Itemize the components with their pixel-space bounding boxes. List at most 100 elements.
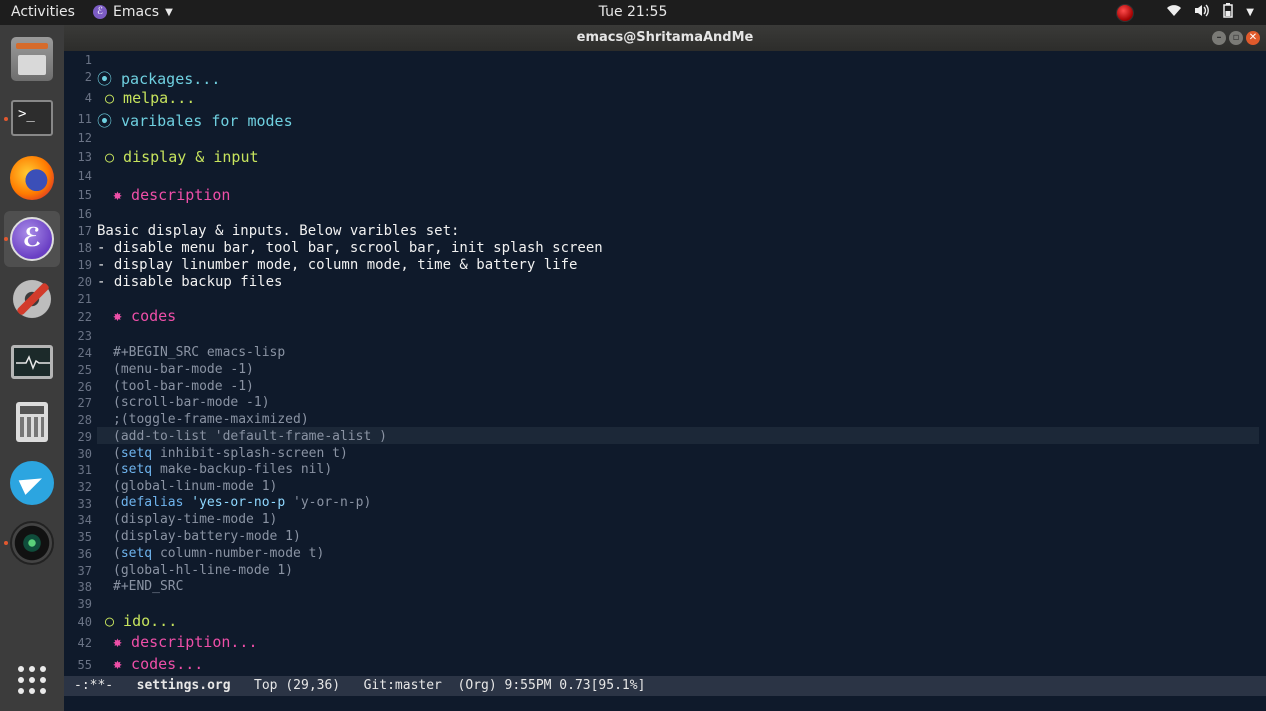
window-title: emacs@ShritamaAndMe [576,30,754,45]
dock-firefox[interactable] [4,150,60,206]
dock-settings[interactable] [4,271,60,327]
editor-buffer[interactable]: 1 2 ⦿ packages... 4 ○ melpa... 11 ⦿ vari… [64,51,1266,676]
line-number: 26 [77,380,92,394]
maximize-button[interactable]: ▫ [1229,31,1243,45]
line-number: 42 [77,636,92,650]
line-number: 21 [77,292,92,306]
dock-terminal[interactable]: >_ [4,90,60,146]
dock-calculator[interactable] [4,394,60,450]
system-monitor-icon [11,345,53,379]
line-number: 32 [77,480,92,494]
dock-emacs[interactable]: ℰ [4,211,60,267]
firefox-icon [10,156,54,200]
close-button[interactable]: ✕ [1246,31,1260,45]
heading-codes[interactable]: ✸ codes [113,307,176,325]
code-line: (display-battery-mode 1) [113,529,301,544]
heading-display-input[interactable]: ○ display & input [105,148,259,166]
battery-icon [1222,3,1234,22]
line-number: 36 [77,547,92,561]
line-number: 55 [77,658,92,672]
line-number: 31 [77,463,92,477]
dock-camera[interactable] [4,515,60,571]
line-number: 37 [77,564,92,578]
line-number: 19 [77,258,92,272]
show-applications-button[interactable] [4,652,60,708]
running-indicator [4,117,8,121]
line-number: 12 [77,131,92,145]
body-line: Basic display & inputs. Below varibles s… [97,223,460,239]
files-icon [11,37,53,81]
line-number: 1 [84,53,92,67]
modeline-vc[interactable]: Git:master [364,678,442,693]
minibuffer[interactable] [64,696,1266,711]
line-number: 40 [77,615,92,629]
code-line: (tool-bar-mode -1) [113,379,254,394]
volume-icon [1194,4,1210,21]
modeline-buffer-name[interactable]: settings.org [137,678,231,693]
heading-codes-folded[interactable]: ✸ codes... [113,655,203,673]
record-indicator-icon[interactable] [1116,3,1135,22]
clock[interactable]: Tue 21:55 [599,4,668,20]
heading-packages[interactable]: ⦿ packages... [97,68,220,89]
window-titlebar[interactable]: emacs@ShritamaAndMe – ▫ ✕ [64,25,1266,51]
line-number: 20 [77,275,92,289]
line-number: 35 [77,530,92,544]
wifi-icon [1166,4,1182,21]
top-bar: Activities ℰ Emacs ▼ Tue 21:55 ▼ [0,0,1266,25]
emacs-icon: ℰ [10,217,54,261]
emacs-icon: ℰ [93,5,107,19]
activities-button[interactable]: Activities [11,4,75,20]
line-number: 25 [77,363,92,377]
chevron-down-icon[interactable]: ▼ [1246,7,1254,18]
line-number: 16 [77,207,92,221]
code-line: (setq column-number-mode t) [113,546,325,561]
heading-variables[interactable]: ⦿ varibales for modes [97,110,293,131]
line-number: 14 [77,169,92,183]
chevron-down-icon: ▼ [165,6,173,18]
dock-telegram[interactable] [4,455,60,511]
code-line: (defalias 'yes-or-no-p 'y-or-n-p) [113,495,372,510]
modeline-position: Top (29,36) [254,678,341,693]
code-line: (setq make-backup-files nil) [113,462,333,477]
line-number: 17 [77,224,92,238]
line-number: 18 [77,241,92,255]
line-number: 30 [77,447,92,461]
telegram-icon [10,461,54,505]
camera-icon [10,521,54,565]
terminal-icon: >_ [11,100,53,136]
line-number: 23 [77,329,92,343]
line-number: 22 [77,310,92,324]
running-indicator [4,237,8,241]
code-line-current: (add-to-list 'default-frame-alist ) [113,429,387,444]
line-number: 27 [77,396,92,410]
line-number: 13 [77,150,92,164]
line-number: 4 [84,91,92,105]
minimize-button[interactable]: – [1212,31,1226,45]
line-number: 33 [77,497,92,511]
dock-files[interactable] [4,31,60,87]
dock-system-monitor[interactable] [4,334,60,390]
running-indicator [4,541,8,545]
heading-description[interactable]: ✸ description [113,186,230,204]
code-line: #+END_SRC [113,579,184,594]
mode-line[interactable]: -:**- settings.org Top (29,36) Git:maste… [64,676,1266,696]
body-line: - display linumber mode, column mode, ti… [97,257,578,273]
line-number: 2 [84,70,92,84]
heading-description-folded[interactable]: ✸ description... [113,633,258,651]
settings-icon [10,277,54,321]
code-line: ;(toggle-frame-maximized) [113,412,309,427]
heading-melpa[interactable]: ○ melpa... [105,89,195,107]
modeline-major-mode[interactable]: (Org) [458,678,497,693]
code-line: #+BEGIN_SRC emacs-lisp [113,345,286,360]
system-tray[interactable]: ▼ [1116,3,1254,22]
code-line: (scroll-bar-mode -1) [113,395,270,410]
heading-ido[interactable]: ○ ido... [105,612,177,630]
modeline-misc: 9:55PM 0.73[95.1%] [504,678,646,693]
app-menu[interactable]: ℰ Emacs ▼ [93,4,173,20]
show-applications-icon [18,666,46,694]
code-line: (global-hl-line-mode 1) [113,563,294,578]
app-menu-label: Emacs [113,4,160,20]
line-number: 39 [77,597,92,611]
line-number: 34 [77,513,92,527]
line-number: 15 [77,188,92,202]
